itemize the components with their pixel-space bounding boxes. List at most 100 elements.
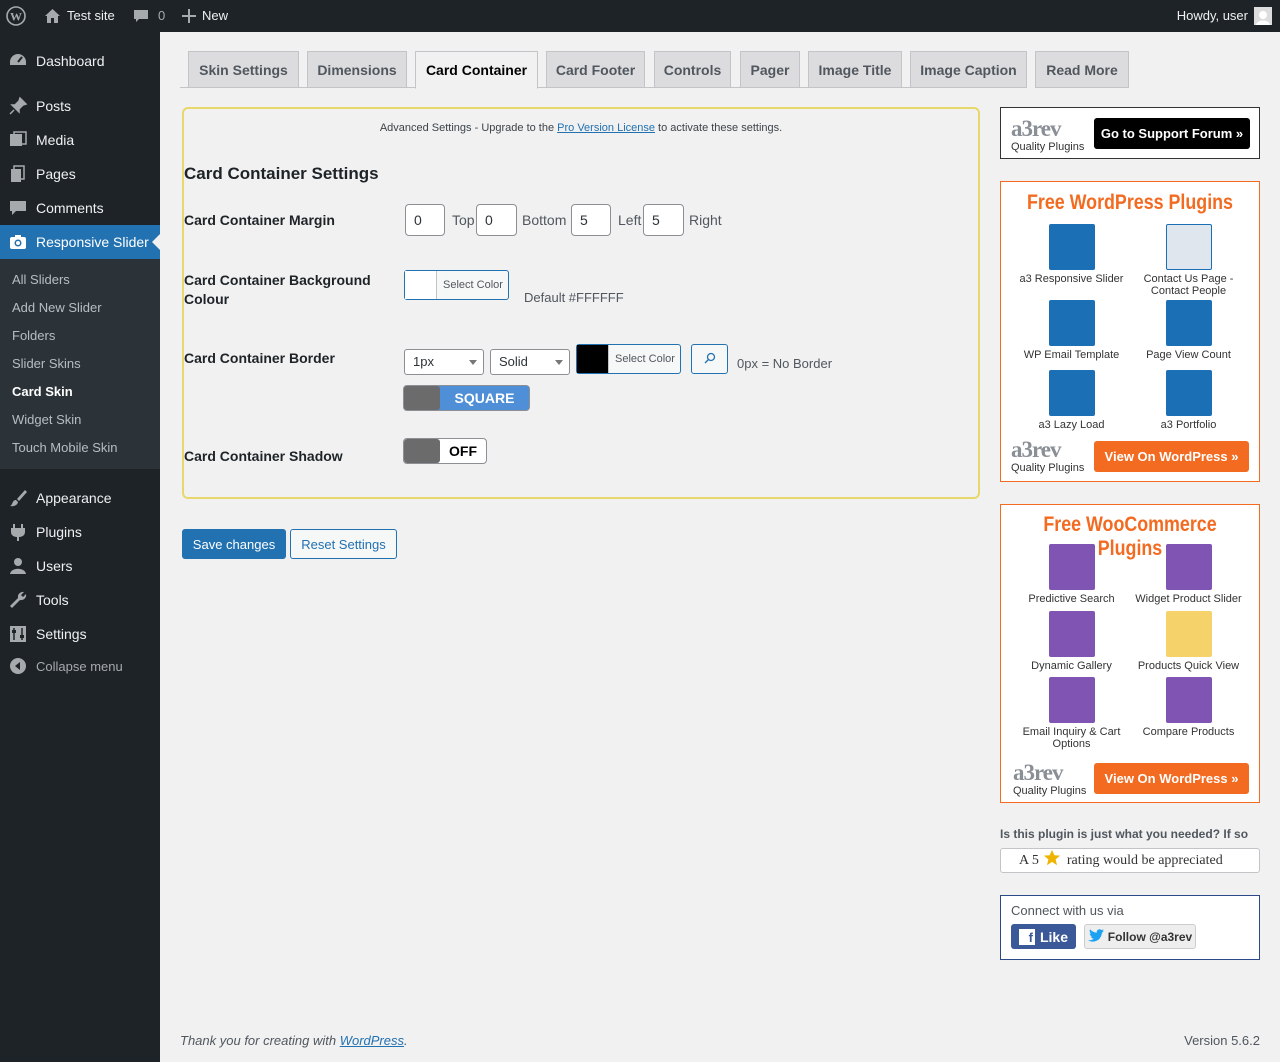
collapse-menu-label: Collapse menu	[36, 658, 123, 674]
menu-appearance-label: Appearance	[36, 490, 112, 506]
plugin-a3-portfolio[interactable]: a3 Portfolio	[1131, 370, 1246, 431]
margin-top-input[interactable]: 0	[405, 204, 445, 236]
plugin-widget-product-slider[interactable]: Widget Product Slider	[1131, 544, 1246, 605]
menu-comments[interactable]: Comments	[0, 191, 160, 225]
my-account-link[interactable]: Howdy, user	[1177, 0, 1272, 32]
plugin-thumbnail	[1165, 370, 1212, 416]
section-title: Card Container Settings	[184, 164, 379, 183]
border-width-value: 1px	[413, 354, 434, 369]
menu-users-label: Users	[36, 558, 73, 574]
bg-color-swatch	[405, 271, 437, 299]
wp-view-on-wordpress-button[interactable]: View On WordPress »	[1094, 441, 1249, 472]
tab-dimensions[interactable]: Dimensions	[307, 51, 407, 88]
search-icon	[704, 352, 716, 367]
plugin-thumbnail	[1165, 677, 1212, 723]
plugin-predictive-search[interactable]: Predictive Search	[1014, 544, 1129, 605]
rating-text-before: A 5	[1019, 852, 1039, 868]
menu-posts[interactable]: Posts	[0, 89, 160, 123]
plugin-thumbnail	[1165, 611, 1212, 657]
new-content-link[interactable]: New	[182, 0, 228, 32]
plugin-compare-products[interactable]: Compare Products	[1131, 677, 1246, 738]
comment-bubble-icon	[133, 9, 149, 24]
bg-colour-label: Card Container Background Colour	[184, 272, 371, 307]
submenu-touch-mobile-skin[interactable]: Touch Mobile Skin	[12, 440, 118, 455]
rating-box[interactable]: A 5 rating would be appreciated	[1000, 848, 1260, 873]
menu-users[interactable]: Users	[0, 549, 160, 583]
border-select-color-button[interactable]: Select Color	[576, 344, 681, 374]
collapse-icon	[0, 657, 36, 675]
plugin-page-view-count[interactable]: Page View Count	[1131, 300, 1246, 361]
site-name-link[interactable]: Test site	[44, 0, 115, 32]
plugin-email-inquiry[interactable]: Email Inquiry & Cart Options	[1014, 677, 1129, 750]
menu-media[interactable]: Media	[0, 123, 160, 157]
facebook-like-button[interactable]: f Like	[1011, 924, 1076, 949]
tab-pager[interactable]: Pager	[740, 51, 800, 88]
menu-media-label: Media	[36, 132, 75, 148]
woo-view-on-wordpress-button[interactable]: View On WordPress »	[1094, 763, 1249, 794]
plugin-a3-lazy-load[interactable]: a3 Lazy Load	[1014, 370, 1129, 431]
plugin-thumbnail	[1165, 224, 1212, 270]
plugin-contact-us-page[interactable]: Contact Us Page - Contact People	[1131, 224, 1246, 297]
menu-pages[interactable]: Pages	[0, 157, 160, 191]
comments-count: 0	[158, 8, 166, 23]
woo-plugins-box: Free WooCommerce Plugins Predictive Sear…	[1000, 504, 1260, 803]
plugin-products-quick-view[interactable]: Products Quick View	[1131, 611, 1246, 672]
plugin-dynamic-gallery[interactable]: Dynamic Gallery	[1014, 611, 1129, 672]
submenu-all-sliders[interactable]: All Sliders	[12, 272, 70, 287]
tab-image-title[interactable]: Image Title	[808, 51, 902, 88]
menu-tools[interactable]: Tools	[0, 583, 160, 617]
user-icon	[0, 556, 36, 576]
reset-settings-button[interactable]: Reset Settings	[290, 529, 397, 559]
margin-top-unit: Top	[452, 212, 475, 228]
border-corner-value: SQUARE	[454, 390, 515, 406]
submenu-slider-skins[interactable]: Slider Skins	[12, 356, 81, 371]
border-width-select[interactable]: 1px	[404, 349, 484, 375]
twitter-follow-label: Follow @a3rev	[1107, 929, 1193, 944]
tab-read-more[interactable]: Read More	[1035, 51, 1129, 88]
submenu-add-new-slider[interactable]: Add New Slider	[12, 300, 102, 315]
collapse-menu-button[interactable]: Collapse menu	[0, 649, 160, 683]
menu-dashboard[interactable]: Dashboard	[0, 44, 160, 78]
menu-appearance[interactable]: Appearance	[0, 481, 160, 515]
new-label: New	[202, 8, 229, 23]
menu-plugins[interactable]: Plugins	[0, 515, 160, 549]
plugin-wp-email-template[interactable]: WP Email Template	[1014, 300, 1129, 361]
submenu-folders[interactable]: Folders	[12, 328, 55, 343]
pro-license-link[interactable]: Pro Version License	[557, 122, 655, 134]
menu-responsive-slider[interactable]: Responsive Slider	[0, 225, 160, 259]
submenu-widget-skin[interactable]: Widget Skin	[12, 412, 81, 427]
border-style-select[interactable]: Solid	[490, 349, 570, 375]
slider-submenu: All Sliders Add New Slider Folders Slide…	[0, 259, 160, 469]
comments-link[interactable]: 0	[133, 0, 165, 32]
tab-card-container[interactable]: Card Container	[415, 51, 538, 89]
twitter-follow-button[interactable]: Follow @a3rev	[1084, 924, 1196, 949]
pages-icon	[0, 164, 36, 184]
bg-select-color-button[interactable]: Select Color	[404, 270, 509, 300]
tab-controls[interactable]: Controls	[654, 51, 731, 88]
plugin-thumbnail	[1048, 611, 1095, 657]
wordpress-link[interactable]: WordPress	[340, 1033, 404, 1048]
border-label: Card Container Border	[184, 350, 335, 366]
menu-settings[interactable]: Settings	[0, 617, 160, 651]
shadow-toggle[interactable]: OFF	[403, 438, 487, 464]
tab-image-caption[interactable]: Image Caption	[910, 51, 1027, 88]
margin-bottom-unit: Bottom	[522, 212, 567, 228]
tab-skin-settings[interactable]: Skin Settings	[188, 51, 299, 88]
menu-pages-label: Pages	[36, 166, 76, 182]
plugin-a3-responsive-slider[interactable]: a3 Responsive Slider	[1014, 224, 1129, 285]
border-corner-toggle[interactable]: SQUARE	[403, 385, 530, 411]
save-changes-button[interactable]: Save changes	[182, 529, 286, 559]
submenu-card-skin[interactable]: Card Skin	[12, 384, 73, 399]
bg-select-color-label: Select Color	[443, 279, 503, 291]
shadow-value: OFF	[449, 443, 477, 459]
support-forum-button[interactable]: Go to Support Forum »	[1094, 118, 1250, 149]
margin-left-unit: Left	[618, 212, 642, 228]
tab-card-footer[interactable]: Card Footer	[546, 51, 645, 88]
margin-bottom-input[interactable]: 0	[476, 204, 517, 236]
margin-right-input[interactable]: 5	[643, 204, 684, 236]
border-preview-button[interactable]	[691, 344, 728, 374]
wordpress-logo-icon[interactable]: W	[6, 0, 26, 32]
settings-icon	[0, 624, 36, 644]
margin-left-input[interactable]: 5	[571, 204, 611, 236]
svg-text:W: W	[10, 10, 22, 24]
